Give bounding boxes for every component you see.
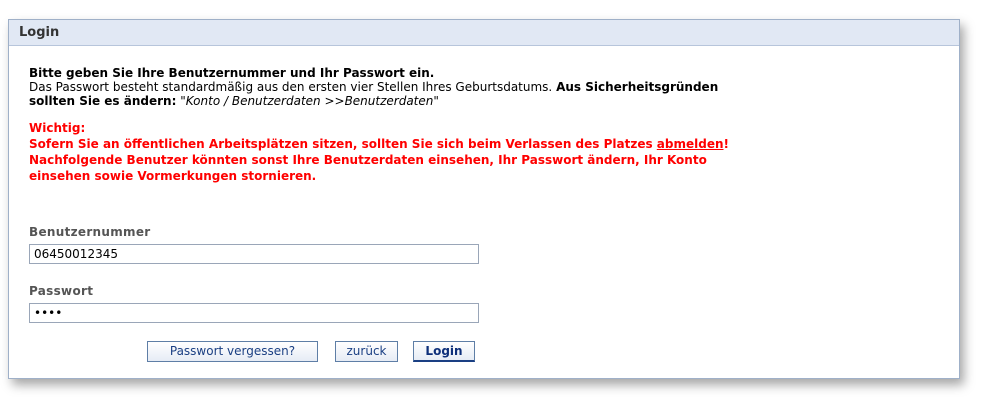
warning-line-2: Nachfolgende Benutzer könnten sonst Ihre… [29, 153, 707, 167]
back-button[interactable]: zurück [335, 341, 398, 362]
intro-line-1: Das Passwort besteht standardmäßig aus d… [29, 80, 949, 94]
intro-bold-text-2: sollten Sie es ändern: [29, 94, 177, 108]
password-input[interactable]: •••• [29, 303, 479, 323]
intro-bold-text: Aus Sicherheitsgründen [556, 80, 719, 94]
warning-line-1: Sofern Sie an öffentlichen Arbeitsplätze… [29, 136, 949, 152]
login-panel: Login Bitte geben Sie Ihre Benutzernumme… [8, 19, 960, 379]
intro-plain-text: Das Passwort besteht standardmäßig aus d… [29, 80, 553, 94]
forgot-password-button[interactable]: Passwort vergessen? [147, 341, 318, 362]
username-input[interactable]: 06450012345 [29, 244, 479, 264]
password-label: Passwort [29, 284, 94, 298]
username-label: Benutzernummer [29, 225, 151, 239]
intro-heading: Bitte geben Sie Ihre Benutzernummer und … [29, 66, 435, 80]
password-masked-value: •••• [34, 306, 63, 320]
warning-line-3: einsehen sowie Vormerkungen stornieren. [29, 169, 317, 183]
warning-block: Wichtig: Sofern Sie an öffentlichen Arbe… [29, 120, 949, 184]
intro-line-2: sollten Sie es ändern: "Konto / Benutzer… [29, 94, 949, 108]
panel-title: Login [9, 20, 959, 46]
intro-menu-path: "Konto / Benutzerdaten >>Benutzerdaten" [180, 94, 439, 108]
panel-content: Bitte geben Sie Ihre Benutzernummer und … [29, 66, 949, 184]
logout-link[interactable]: abmelden [657, 137, 724, 151]
warning-exclamation: ! [723, 137, 729, 151]
warning-title: Wichtig: [29, 121, 86, 135]
login-button[interactable]: Login [413, 341, 475, 362]
warning-line-1-text: Sofern Sie an öffentlichen Arbeitsplätze… [29, 137, 653, 151]
